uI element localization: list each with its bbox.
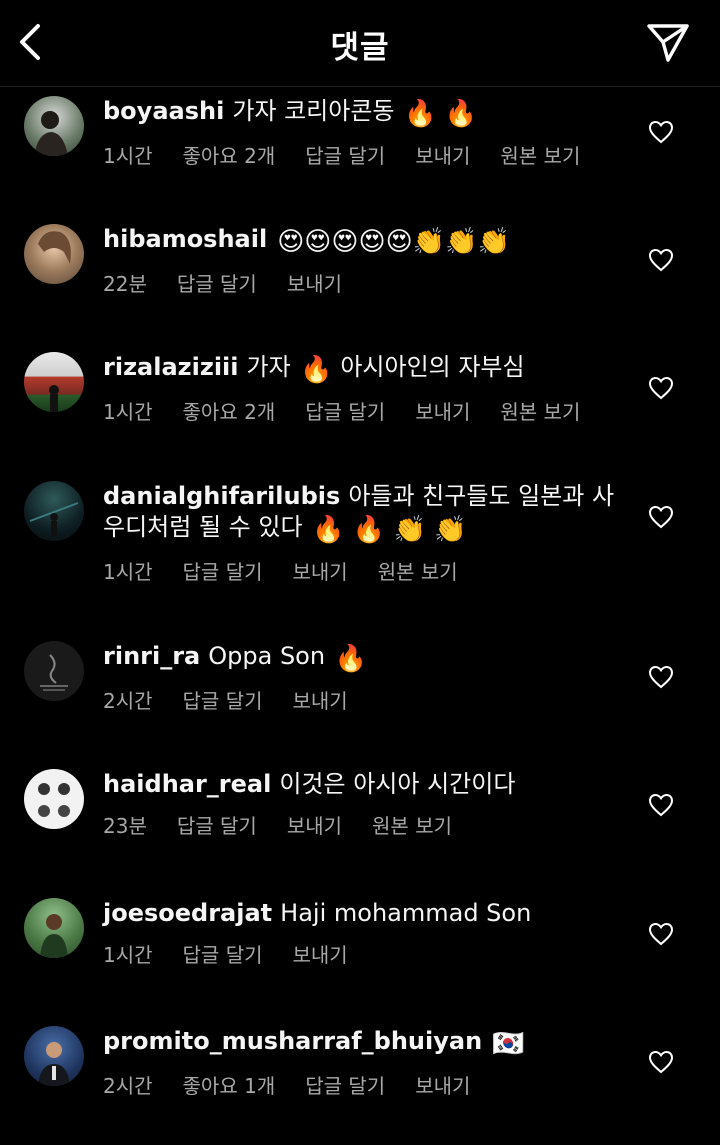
comment-username[interactable]: boyaashi: [103, 97, 224, 125]
send-button[interactable]: 보내기: [293, 943, 348, 967]
send-button[interactable]: 보내기: [293, 689, 348, 713]
comment-emoji: 🇰🇷: [492, 1029, 525, 1059]
avatar[interactable]: [24, 898, 84, 958]
comment-time: 2시간: [103, 689, 153, 713]
header-bar: 댓글: [0, 0, 720, 87]
avatar[interactable]: [24, 641, 84, 701]
comment-time: 1시간: [103, 144, 153, 168]
paper-plane-icon[interactable]: [646, 22, 690, 64]
see-original-button[interactable]: 원본 보기: [500, 400, 580, 424]
avatar[interactable]: [24, 224, 84, 284]
comment-time: 23분: [103, 814, 147, 838]
comment-emoji: 😍😍😍😍😍👏👏👏: [277, 227, 510, 257]
avatar[interactable]: [24, 481, 84, 541]
reply-button[interactable]: 답글 달기: [183, 560, 263, 584]
comment-time: 22분: [103, 272, 147, 296]
comment-username[interactable]: rinri_ra: [103, 642, 200, 670]
comment-username[interactable]: joesoedrajat: [103, 899, 272, 927]
comment-text: Oppa Son: [208, 642, 326, 670]
comment-text-continued: 아시아인의 자부심: [340, 353, 525, 381]
avatar[interactable]: [24, 1026, 84, 1086]
send-button[interactable]: 보내기: [287, 272, 342, 296]
heart-icon[interactable]: [648, 376, 674, 400]
avatar[interactable]: [24, 352, 84, 412]
reply-button[interactable]: 답글 달기: [177, 272, 257, 296]
see-original-button[interactable]: 원본 보기: [378, 560, 458, 584]
heart-icon[interactable]: [648, 922, 674, 946]
comment-username[interactable]: hibamoshail: [103, 225, 267, 253]
comment-emoji: 🔥 🔥: [404, 99, 478, 129]
see-original-button[interactable]: 원본 보기: [500, 144, 580, 168]
send-button[interactable]: 보내기: [415, 400, 470, 424]
comment-emoji: 🔥: [300, 355, 333, 385]
comment-time: 1시간: [103, 943, 153, 967]
reply-button[interactable]: 답글 달기: [183, 943, 263, 967]
comment-text: 이것은 아시아 시간이다: [279, 770, 516, 798]
page-title: 댓글: [330, 30, 390, 66]
send-button[interactable]: 보내기: [415, 1074, 470, 1098]
send-button[interactable]: 보내기: [287, 814, 342, 838]
comment-time: 1시간: [103, 400, 153, 424]
reply-button[interactable]: 답글 달기: [183, 689, 263, 713]
comment-text: Haji mohammad Son: [280, 899, 532, 927]
comment-username[interactable]: danialghifarilubis: [103, 482, 340, 510]
likes-count[interactable]: 좋아요 1개: [183, 1074, 276, 1098]
send-button[interactable]: 보내기: [415, 144, 470, 168]
comment-username[interactable]: rizalaziziii: [103, 353, 239, 381]
comment-username[interactable]: promito_musharraf_bhuiyan: [103, 1027, 482, 1055]
comment-emoji: 🔥: [334, 644, 368, 674]
comment-emoji: 🔥 🔥 👏 👏: [312, 515, 467, 545]
heart-icon[interactable]: [648, 1050, 674, 1074]
heart-icon[interactable]: [648, 793, 674, 817]
send-button[interactable]: 보내기: [293, 560, 348, 584]
comment-time: 1시간: [103, 560, 153, 584]
comment-text: 가자 코리아콘동: [232, 97, 395, 125]
heart-icon[interactable]: [648, 248, 674, 272]
heart-icon[interactable]: [648, 665, 674, 689]
see-original-button[interactable]: 원본 보기: [372, 814, 452, 838]
heart-icon[interactable]: [648, 505, 674, 529]
reply-button[interactable]: 답글 달기: [305, 400, 385, 424]
avatar[interactable]: [24, 96, 84, 156]
comment-time: 2시간: [103, 1074, 153, 1098]
reply-button[interactable]: 답글 달기: [177, 814, 257, 838]
comment-username[interactable]: haidhar_real: [103, 770, 271, 798]
comment-text: 가자: [246, 353, 291, 381]
likes-count[interactable]: 좋아요 2개: [183, 144, 276, 168]
reply-button[interactable]: 답글 달기: [305, 144, 385, 168]
avatar[interactable]: [24, 769, 84, 829]
likes-count[interactable]: 좋아요 2개: [183, 400, 276, 424]
heart-icon[interactable]: [648, 120, 674, 144]
reply-button[interactable]: 답글 달기: [305, 1074, 385, 1098]
